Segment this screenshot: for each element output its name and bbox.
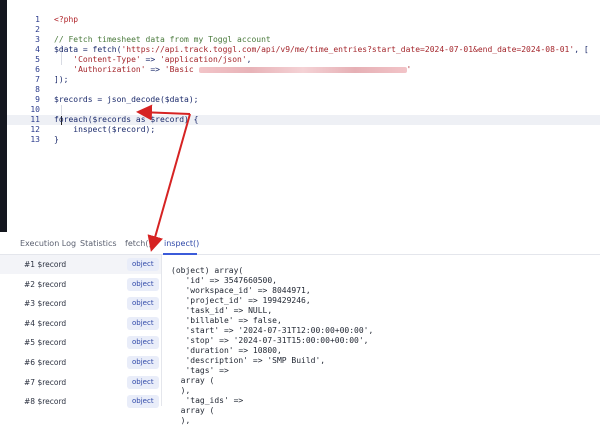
- type-badge: object: [127, 277, 159, 291]
- active-tab-indicator: [163, 253, 197, 255]
- code-text: 'Content-Type' => 'application/json',: [73, 55, 252, 64]
- tab-statistics[interactable]: Statistics: [80, 239, 117, 248]
- code-line[interactable]: 11 foreach($records as $record) {: [7, 115, 600, 125]
- code-text: $data = fetch('https://api.track.toggl.c…: [54, 45, 589, 54]
- output-line: 'project_id' => 199429246,: [171, 296, 311, 305]
- code-line[interactable]: 12 inspect($record);: [7, 125, 600, 135]
- record-row[interactable]: #3 $record object: [0, 294, 161, 313]
- output-line: 'workspace_id' => 8044971,: [171, 286, 311, 295]
- line-number: 1: [35, 15, 40, 24]
- record-label: #3 $record: [24, 299, 67, 309]
- line-number: 6: [35, 65, 40, 74]
- tab-inspect[interactable]: inspect(): [164, 239, 199, 248]
- type-badge: object: [127, 336, 159, 350]
- line-number: 5: [35, 55, 40, 64]
- record-row[interactable]: #6 $record object: [0, 353, 161, 372]
- record-label: #1 $record: [24, 260, 67, 269]
- record-label: #8 $record: [24, 397, 67, 407]
- output-line: array (: [171, 406, 215, 415]
- record-label: #2 $record: [24, 279, 67, 289]
- code-text: 'Authorization' => 'Basic ': [73, 65, 412, 74]
- record-label: #4 $record: [24, 318, 67, 328]
- type-badge: object: [127, 375, 159, 389]
- record-row[interactable]: #1 $record object: [0, 255, 161, 274]
- code-line[interactable]: 4 $data = fetch('https://api.track.toggl.…: [7, 45, 600, 55]
- output-line: ),: [171, 386, 191, 395]
- output-line: 'tag_ids' =>: [171, 396, 244, 405]
- line-number: 8: [35, 85, 40, 94]
- output-line: 'billable' => false,: [171, 316, 282, 325]
- code-text: inspect($record);: [54, 125, 156, 134]
- record-row[interactable]: #7 $record object: [0, 373, 161, 392]
- code-text: <?php: [54, 15, 79, 24]
- result-tabs: Execution Log Statistics fetch() inspect…: [0, 232, 600, 255]
- line-number: 10: [30, 105, 40, 114]
- record-label: #7 $record: [24, 377, 67, 387]
- line-number: 12: [30, 125, 40, 134]
- output-line: array (: [171, 376, 215, 385]
- code-text: ]);: [54, 75, 69, 84]
- line-number: 4: [35, 45, 40, 54]
- type-badge: object: [127, 356, 159, 369]
- type-badge: object: [127, 395, 159, 409]
- code-line[interactable]: 9 $records = json_decode($data);: [7, 95, 600, 105]
- type-badge: object: [127, 258, 159, 271]
- tab-fetch[interactable]: fetch(): [125, 239, 152, 248]
- record-label: #5 $record: [24, 338, 67, 348]
- output-line: 'id' => 3547660500,: [171, 276, 277, 285]
- record-row[interactable]: #4 $record object: [0, 314, 161, 333]
- record-row[interactable]: #8 $record object: [0, 392, 161, 411]
- code-editor[interactable]: 1 <?php 2 3 // Fetch timesheet data from my …: [7, 0, 600, 232]
- type-badge: object: [127, 297, 159, 311]
- code-line[interactable]: 3 // Fetch timesheet data from my Toggl a…: [7, 35, 600, 45]
- line-number: 9: [35, 95, 40, 104]
- code-text: $records = json_decode($data);: [54, 95, 199, 104]
- output-line: 'start' => '2024-07-31T12:00:00+00:00',: [171, 326, 374, 335]
- output-line: (object) array(: [171, 266, 244, 275]
- code-line[interactable]: 5 'Content-Type' => 'application/json',: [7, 55, 600, 65]
- output-line: 'task_id' => NULL,: [171, 306, 273, 315]
- record-row[interactable]: #2 $record object: [0, 275, 161, 294]
- code-line[interactable]: 1 <?php: [7, 15, 600, 25]
- line-number: 13: [30, 135, 40, 144]
- redacted-token: [198, 66, 407, 73]
- code-text: }: [54, 135, 59, 144]
- code-text: foreach($records as $record) {: [54, 115, 199, 124]
- record-list: #1 $record object #2 $record object #3 $reco…: [0, 255, 162, 409]
- output-line: 'stop' => '2024-07-31T15:00:00+00:00',: [171, 336, 369, 345]
- output-line: 'description' => 'SMP Build',: [171, 356, 326, 365]
- inspect-output: (object) array( 'id' => 3547660500, 'wor…: [171, 266, 373, 426]
- line-number: 11: [30, 115, 40, 124]
- tab-execution-log[interactable]: Execution Log: [20, 239, 76, 248]
- line-number: 2: [35, 25, 40, 34]
- code-line[interactable]: 6 'Authorization' => 'Basic ': [7, 65, 600, 75]
- line-number: 3: [35, 35, 40, 44]
- record-row[interactable]: #5 $record object: [0, 333, 161, 352]
- code-text: // Fetch timesheet data from my Toggl ac…: [54, 35, 271, 44]
- output-line: ),: [171, 416, 191, 425]
- line-number: 7: [35, 75, 40, 84]
- type-badge: object: [127, 316, 159, 330]
- output-line: 'duration' => 10800,: [171, 346, 282, 355]
- output-line: 'tags' =>: [171, 366, 229, 375]
- code-line[interactable]: 2: [7, 25, 600, 35]
- code-line[interactable]: 13}: [7, 135, 600, 145]
- record-label: #6 $record: [24, 358, 67, 367]
- code-line[interactable]: 10: [7, 105, 600, 115]
- code-line[interactable]: 7]);: [7, 75, 600, 85]
- code-line[interactable]: 8: [7, 85, 600, 95]
